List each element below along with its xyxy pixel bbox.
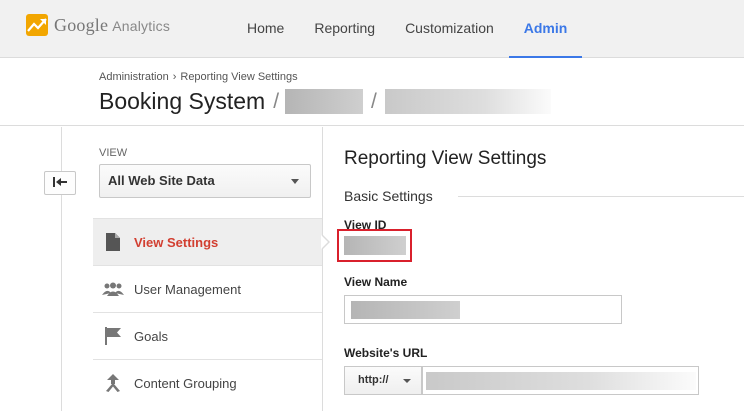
breadcrumb-administration[interactable]: Administration — [99, 71, 169, 83]
chevron-down-icon — [403, 379, 411, 383]
redacted-view-name-value — [351, 301, 460, 319]
website-url-field[interactable] — [422, 366, 699, 395]
google-analytics-logo[interactable]: Google Analytics — [26, 14, 170, 36]
breadcrumb: Administration › Reporting View Settings — [99, 71, 298, 83]
protocol-value: http:// — [358, 374, 389, 386]
section-divider — [458, 196, 744, 197]
basic-settings-heading: Basic Settings — [344, 188, 433, 204]
nav-customization[interactable]: Customization — [390, 0, 509, 58]
page-title: Booking System / / — [99, 88, 551, 115]
account-name: Booking System — [99, 88, 266, 114]
admin-sidebar: VIEW All Web Site Data View Settings Use… — [93, 127, 323, 411]
logo-product: Analytics — [112, 17, 171, 34]
sidebar-item-label: Content Grouping — [134, 375, 237, 391]
users-icon — [101, 277, 125, 301]
analytics-logo-icon — [26, 14, 48, 36]
redacted-view-id — [344, 236, 406, 255]
page-header: Administration › Reporting View Settings B… — [0, 58, 744, 126]
view-name-field[interactable] — [344, 295, 622, 324]
content-grouping-icon — [101, 371, 125, 395]
website-url-label: Website's URL — [344, 346, 428, 360]
sidebar-item-label: User Management — [134, 281, 241, 297]
view-name-label: View Name — [344, 275, 408, 289]
breadcrumb-current: Reporting View Settings — [180, 71, 298, 83]
sidebar-item-content-grouping[interactable]: Content Grouping — [93, 359, 323, 406]
view-selected-value: All Web Site Data — [108, 173, 215, 188]
sidebar-item-view-settings[interactable]: View Settings — [93, 218, 323, 265]
redacted-property-name — [285, 89, 364, 114]
view-selector[interactable]: All Web Site Data — [99, 164, 311, 198]
redacted-url-value — [426, 372, 696, 390]
main-nav: Home Reporting Customization Admin — [232, 0, 583, 59]
protocol-dropdown[interactable]: http:// — [344, 366, 422, 395]
logo-wordmark: Google Analytics — [54, 15, 170, 36]
sidebar-item-goals[interactable]: Goals — [93, 312, 323, 359]
collapse-button[interactable] — [44, 171, 76, 195]
top-navigation-bar: Google Analytics Home Reporting Customiza… — [0, 0, 744, 59]
chevron-down-icon — [291, 179, 299, 184]
nav-admin[interactable]: Admin — [508, 0, 583, 59]
arrow-left-icon — [53, 174, 67, 192]
active-item-pointer — [321, 234, 330, 250]
view-label: VIEW — [99, 147, 128, 159]
title-separator-2: / — [371, 89, 377, 113]
breadcrumb-separator: › — [172, 71, 177, 83]
sidebar-item-label: View Settings — [134, 234, 219, 250]
redacted-view-name — [384, 89, 551, 114]
nav-reporting[interactable]: Reporting — [299, 0, 390, 58]
rail-line — [61, 127, 62, 411]
logo-brand: Google — [54, 14, 109, 35]
sidebar-divider — [322, 127, 323, 411]
view-menu: View Settings User Management Goals Cont… — [93, 218, 323, 406]
sidebar-item-user-management[interactable]: User Management — [93, 265, 323, 312]
nav-home[interactable]: Home — [232, 0, 299, 58]
flag-icon — [101, 324, 125, 348]
title-separator: / — [273, 89, 280, 113]
sidebar-item-label: Goals — [134, 328, 168, 344]
section-heading: Reporting View Settings — [344, 148, 547, 169]
document-icon — [101, 230, 125, 254]
